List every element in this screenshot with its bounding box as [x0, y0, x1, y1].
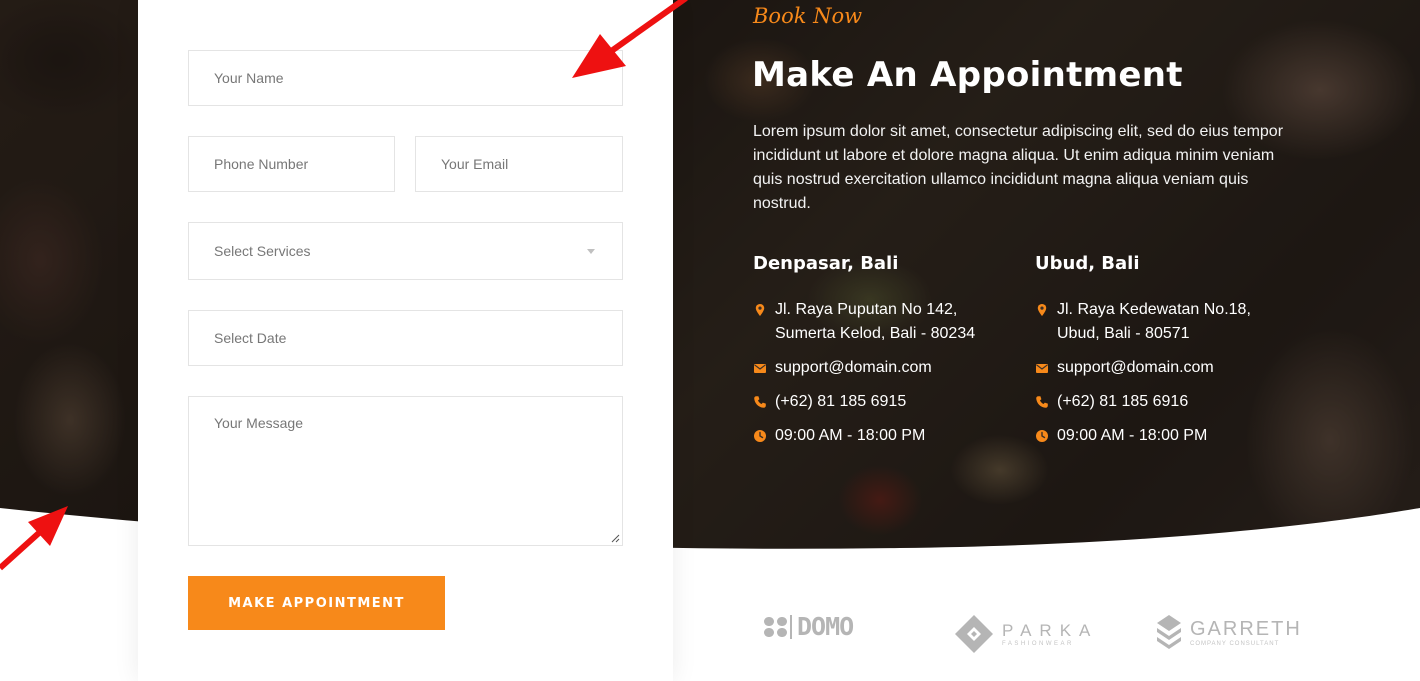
parka-mark-icon: [955, 615, 993, 653]
address-line-1: Jl. Raya Kedewatan No.18,: [1057, 301, 1251, 318]
message-textarea[interactable]: Your Message: [188, 396, 623, 546]
opening-hours: 09:00 AM - 18:00 PM: [1057, 427, 1208, 444]
book-now-kicker: Book Now: [753, 4, 863, 28]
location-ubud: Ubud, Bali Jl. Raya Kedewatan No.18, Ubu…: [1035, 253, 1305, 448]
partner-logo-domo: DOMO: [763, 612, 854, 641]
location-title: Ubud, Bali: [1035, 253, 1140, 274]
appointment-form: Your Name Phone Number Your Email Select…: [138, 0, 673, 681]
address-row: Jl. Raya Puputan No 142, Sumerta Kelod, …: [753, 298, 1023, 346]
phone-number[interactable]: (+62) 81 185 6915: [775, 393, 906, 410]
date-input[interactable]: Select Date: [188, 310, 623, 366]
date-placeholder: Select Date: [214, 330, 287, 346]
phone-input[interactable]: Phone Number: [188, 136, 395, 192]
hours-row: 09:00 AM - 18:00 PM: [753, 424, 1023, 448]
services-select[interactable]: Select Services: [188, 222, 623, 280]
partner-logo-garreth: GARRETH COMPANY CONSULTANT: [1156, 614, 1302, 652]
message-placeholder: Your Message: [214, 415, 303, 431]
envelope-icon: [754, 364, 766, 373]
phone-icon: [754, 396, 766, 408]
email-link[interactable]: support@domain.com: [1057, 359, 1214, 376]
envelope-icon: [1036, 364, 1048, 373]
address-line-2: Ubud, Bali - 80571: [1057, 325, 1190, 342]
page-title: Make An Appointment: [752, 55, 1183, 95]
domo-mark-icon: [764, 614, 792, 639]
email-input[interactable]: Your Email: [415, 136, 623, 192]
chevron-down-icon: [587, 249, 595, 254]
garreth-wordmark: GARRETH: [1190, 618, 1302, 640]
address-row: Jl. Raya Kedewatan No.18, Ubud, Bali - 8…: [1035, 298, 1305, 346]
map-pin-icon: [1037, 304, 1047, 316]
hours-row: 09:00 AM - 18:00 PM: [1035, 424, 1305, 448]
resize-handle-icon[interactable]: [611, 534, 620, 543]
address-line-2: Sumerta Kelod, Bali - 80234: [775, 325, 976, 342]
clock-icon: [1036, 430, 1048, 442]
partner-logo-parka: PARKA FASHIONWEAR: [954, 614, 1098, 654]
phone-icon: [1036, 396, 1048, 408]
opening-hours: 09:00 AM - 18:00 PM: [775, 427, 926, 444]
make-appointment-button[interactable]: MAKE APPOINTMENT: [188, 576, 445, 630]
domo-wordmark: DOMO: [797, 612, 854, 641]
name-input[interactable]: Your Name: [188, 50, 623, 106]
parka-wordmark: PARKA: [1002, 620, 1099, 640]
clock-icon: [754, 430, 766, 442]
location-title: Denpasar, Bali: [753, 253, 899, 274]
name-placeholder: Your Name: [214, 70, 284, 86]
intro-paragraph: Lorem ipsum dolor sit amet, consectetur …: [753, 123, 1284, 212]
parka-tagline: FASHIONWEAR: [1002, 640, 1074, 647]
parka-text-block: PARKA FASHIONWEAR: [1002, 622, 1098, 647]
email-placeholder: Your Email: [441, 156, 509, 172]
phone-row: (+62) 81 185 6915: [753, 390, 1023, 414]
location-denpasar: Denpasar, Bali Jl. Raya Puputan No 142, …: [753, 253, 1023, 448]
email-row: support@domain.com: [753, 356, 1023, 380]
garreth-mark-icon: [1157, 615, 1181, 649]
address-line-1: Jl. Raya Puputan No 142,: [775, 301, 958, 318]
garreth-tagline: COMPANY CONSULTANT: [1190, 641, 1280, 647]
phone-placeholder: Phone Number: [214, 156, 309, 172]
garreth-text-block: GARRETH COMPANY CONSULTANT: [1190, 619, 1302, 647]
map-pin-icon: [755, 304, 765, 316]
phone-number[interactable]: (+62) 81 185 6916: [1057, 393, 1188, 410]
email-row: support@domain.com: [1035, 356, 1305, 380]
services-placeholder: Select Services: [214, 243, 311, 259]
phone-row: (+62) 81 185 6916: [1035, 390, 1305, 414]
email-link[interactable]: support@domain.com: [775, 359, 932, 376]
